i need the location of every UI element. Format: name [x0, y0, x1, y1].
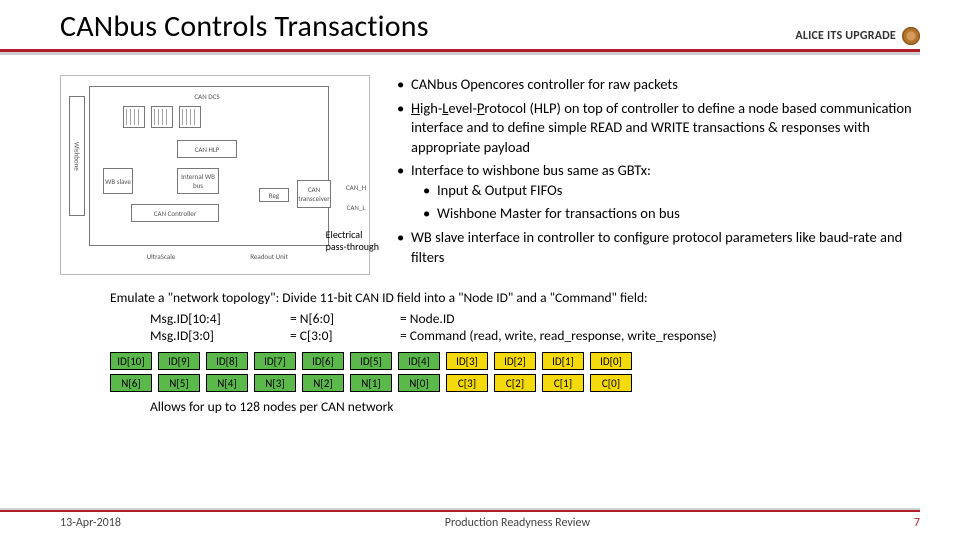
slide: CANbus Controls Transactions ALICE ITS U… [0, 0, 960, 540]
brand-label: ALICE ITS UPGRADE [795, 27, 920, 45]
diagram-wishbone: Wishbone [69, 96, 85, 216]
bit-bot-1: N[5] [158, 374, 200, 392]
bullet-2: High-Level-Protocol (HLP) on top of cont… [397, 99, 920, 158]
title-bar: CANbus Controls Transactions ALICE ITS U… [0, 0, 960, 47]
brand-text: ALICE ITS UPGRADE [795, 29, 896, 43]
map-r1c2: = N[6:0] [290, 310, 360, 327]
bit-top-3: ID[7] [254, 352, 296, 370]
brand-badge-icon [902, 27, 920, 45]
bullet-3a: Input & Output FIFOs [411, 181, 920, 201]
map-r1c3: = Node.ID [400, 310, 960, 327]
diagram-hlp: CAN HLP [177, 140, 237, 158]
diagram-wb-slave: WB slave [103, 168, 133, 194]
footer-page: 7 [914, 516, 920, 530]
diagram-readout-unit: Readout Unit [229, 248, 309, 264]
diagram-canl: CAN_L [343, 202, 369, 212]
diagram-header: CAN DCS [157, 90, 257, 102]
bit-bot-0: N[6] [110, 374, 152, 392]
bit-bot-6: N[0] [398, 374, 440, 392]
bit-bot-7: C[3] [446, 374, 488, 392]
bit-top-5: ID[5] [350, 352, 392, 370]
diagram-ultrascale: UltraScale [121, 248, 201, 264]
map-row-2: Msg.ID[3:0] = C[3:0] = Command (read, wr… [150, 327, 960, 344]
diagram-can-controller: CAN Controller [131, 204, 219, 222]
bit-top-4: ID[6] [302, 352, 344, 370]
block-diagram: Wishbone CAN DCS CAN HLP WB slave Intern… [60, 75, 370, 275]
b3-text: Interface to wishbone bus same as GBTx: [411, 161, 651, 179]
slide-title: CANbus Controls Transactions [60, 8, 429, 45]
bit-top-2: ID[8] [206, 352, 248, 370]
map-r1c1: Msg.ID[10:4] [150, 310, 250, 327]
bullet-3b: Wishbone Master for transactions on bus [411, 204, 920, 224]
bit-bot-9: C[1] [542, 374, 584, 392]
bit-table: ID[10] ID[9] ID[8] ID[7] ID[6] ID[5] ID[4] ID[3… [0, 344, 960, 392]
allow-line: Allows for up to 128 nodes per CAN netwo… [0, 396, 960, 415]
map-r2c3: = Command (read, write, read_response, w… [400, 327, 960, 344]
footer-date: 13-Apr-2018 [60, 516, 121, 530]
bit-bot-8: C[2] [494, 374, 536, 392]
footer-center: Production Readyness Review [445, 516, 590, 530]
diagram-transceiver: CAN transceiver [297, 180, 331, 208]
diagram-fifo3 [179, 106, 201, 128]
diagram-reg: Reg [259, 188, 289, 202]
footer: 13-Apr-2018 Production Readyness Review … [0, 508, 960, 530]
map-r2c1: Msg.ID[3:0] [150, 327, 250, 344]
footer-row: 13-Apr-2018 Production Readyness Review … [0, 512, 960, 530]
bit-bot-3: N[3] [254, 374, 296, 392]
map-r2c2: = C[3:0] [290, 327, 360, 344]
emulate-line: Emulate a "network topology": Divide 11-… [0, 275, 960, 306]
bullet-1: CANbus Opencores controller for raw pack… [397, 75, 920, 95]
bits-row-bottom: N[6] N[5] N[4] N[3] N[2] N[1] N[0] C[3] C[2] C[1]… [110, 374, 960, 392]
bullet-4: WB slave interface in controller to conf… [397, 228, 920, 267]
diagram-fifo1 [123, 106, 145, 128]
bullet-list: CANbus Opencores controller for raw pack… [397, 75, 920, 275]
bit-bot-5: N[1] [350, 374, 392, 392]
bit-top-8: ID[2] [494, 352, 536, 370]
content-area: Wishbone CAN DCS CAN HLP WB slave Intern… [0, 55, 960, 275]
bit-top-6: ID[4] [398, 352, 440, 370]
bit-bot-2: N[4] [206, 374, 248, 392]
bit-top-0: ID[10] [110, 352, 152, 370]
bullet-3: Interface to wishbone bus same as GBTx: … [397, 161, 920, 224]
bit-top-9: ID[1] [542, 352, 584, 370]
id-mapping: Msg.ID[10:4] = N[6:0] = Node.ID Msg.ID[3… [0, 306, 960, 344]
map-row-1: Msg.ID[10:4] = N[6:0] = Node.ID [150, 310, 960, 327]
diagram-fifo2 [151, 106, 173, 128]
bit-top-7: ID[3] [446, 352, 488, 370]
bit-bot-10: C[0] [590, 374, 632, 392]
diagram-column: Wishbone CAN DCS CAN HLP WB slave Intern… [60, 75, 375, 275]
passthrough-l2: pass-through [326, 240, 379, 253]
passthrough-label: Electrical pass-through [326, 229, 379, 253]
bit-top-10: ID[0] [590, 352, 632, 370]
b2-m1: igh- [420, 99, 442, 117]
bits-row-top: ID[10] ID[9] ID[8] ID[7] ID[6] ID[5] ID[4] ID[3… [110, 352, 960, 370]
b2-m2: evel- [448, 99, 477, 117]
bit-top-1: ID[9] [158, 352, 200, 370]
b2-H: H [411, 99, 420, 117]
b2-rest: rotocol (HLP) on top of controller to de… [411, 99, 912, 156]
diagram-internal-wb: Internal WB bus [177, 168, 219, 194]
diagram-canh: CAN_H [343, 182, 369, 192]
bit-bot-4: N[2] [302, 374, 344, 392]
